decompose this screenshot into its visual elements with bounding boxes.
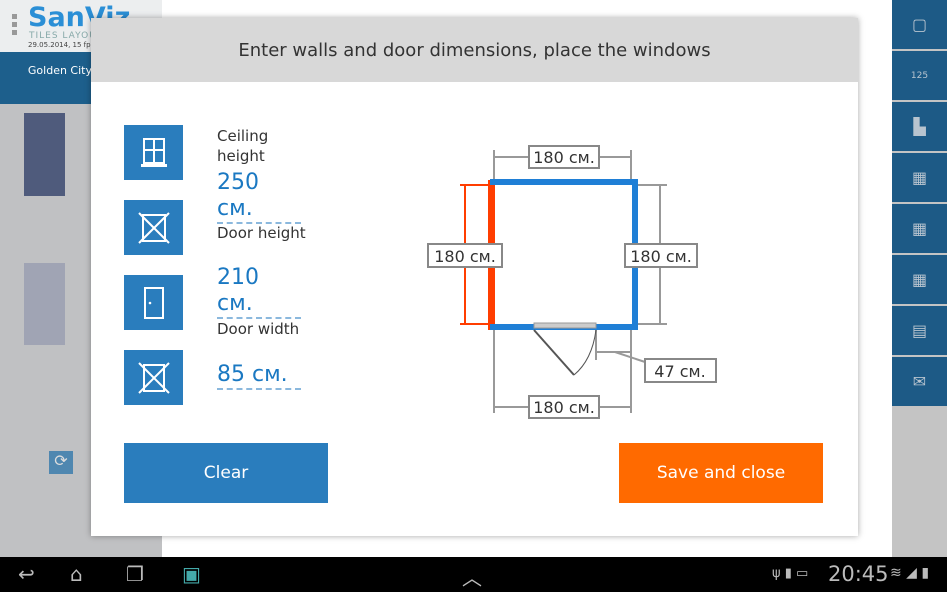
- tiles-row-icon[interactable]: ▦: [892, 204, 947, 253]
- save-and-close-button[interactable]: Save and close: [619, 443, 823, 503]
- wifi-signal-battery-icons: ≋ ◢ ▮: [890, 565, 930, 581]
- dimension-text: 125: [910, 70, 929, 81]
- right-toolbar: ▢ 125 ▙ ▦ ▦ ▦ ▤ ✉: [892, 0, 947, 406]
- back-icon[interactable]: ↩: [18, 562, 35, 586]
- bottom-dimension[interactable]: 180 см.: [533, 398, 595, 417]
- usb-sd-image-icons: ψ ▮ ▭: [772, 566, 809, 581]
- recent-apps-icon[interactable]: ❐: [126, 562, 144, 586]
- chevron-up-icon[interactable]: ︿: [462, 562, 482, 591]
- door-leaf: [533, 329, 575, 376]
- mail-icon[interactable]: ✉: [892, 357, 947, 406]
- tile-thumbnail[interactable]: [24, 113, 65, 196]
- clock: 20:45: [828, 562, 889, 586]
- screenshot-icon[interactable]: ▣: [182, 562, 201, 586]
- tile-thumbnail[interactable]: [24, 263, 65, 345]
- wall-top: [490, 179, 638, 185]
- door-opening: [533, 322, 597, 329]
- status-text: 29.05.2014, 15 fps: [28, 41, 95, 49]
- dimension-icon[interactable]: 125: [892, 51, 947, 100]
- toilet-sink-icon[interactable]: ▙: [892, 102, 947, 151]
- right-dimension[interactable]: 180 см.: [630, 247, 692, 266]
- system-navbar: ↩ ⌂ ❐ ▣ ︿ ψ ▮ ▭ 20:45 ≋ ◢ ▮: [0, 557, 947, 592]
- clear-button[interactable]: Clear: [124, 443, 328, 503]
- door-offset-dimension[interactable]: 47 см.: [654, 362, 705, 381]
- calculator-icon[interactable]: ▤: [892, 306, 947, 355]
- home-icon[interactable]: ⌂: [70, 562, 83, 586]
- dimensions-dialog: Enter walls and door dimensions, place t…: [91, 18, 858, 536]
- tiles-walls-icon[interactable]: ▦: [892, 255, 947, 304]
- refresh-icon[interactable]: ⟳: [49, 451, 73, 474]
- menu-icon[interactable]: [12, 14, 17, 38]
- tiles-column-icon[interactable]: ▦: [892, 153, 947, 202]
- top-dimension[interactable]: 180 см.: [533, 148, 595, 167]
- square-room-icon[interactable]: ▢: [892, 0, 947, 49]
- left-dimension[interactable]: 180 см.: [434, 247, 496, 266]
